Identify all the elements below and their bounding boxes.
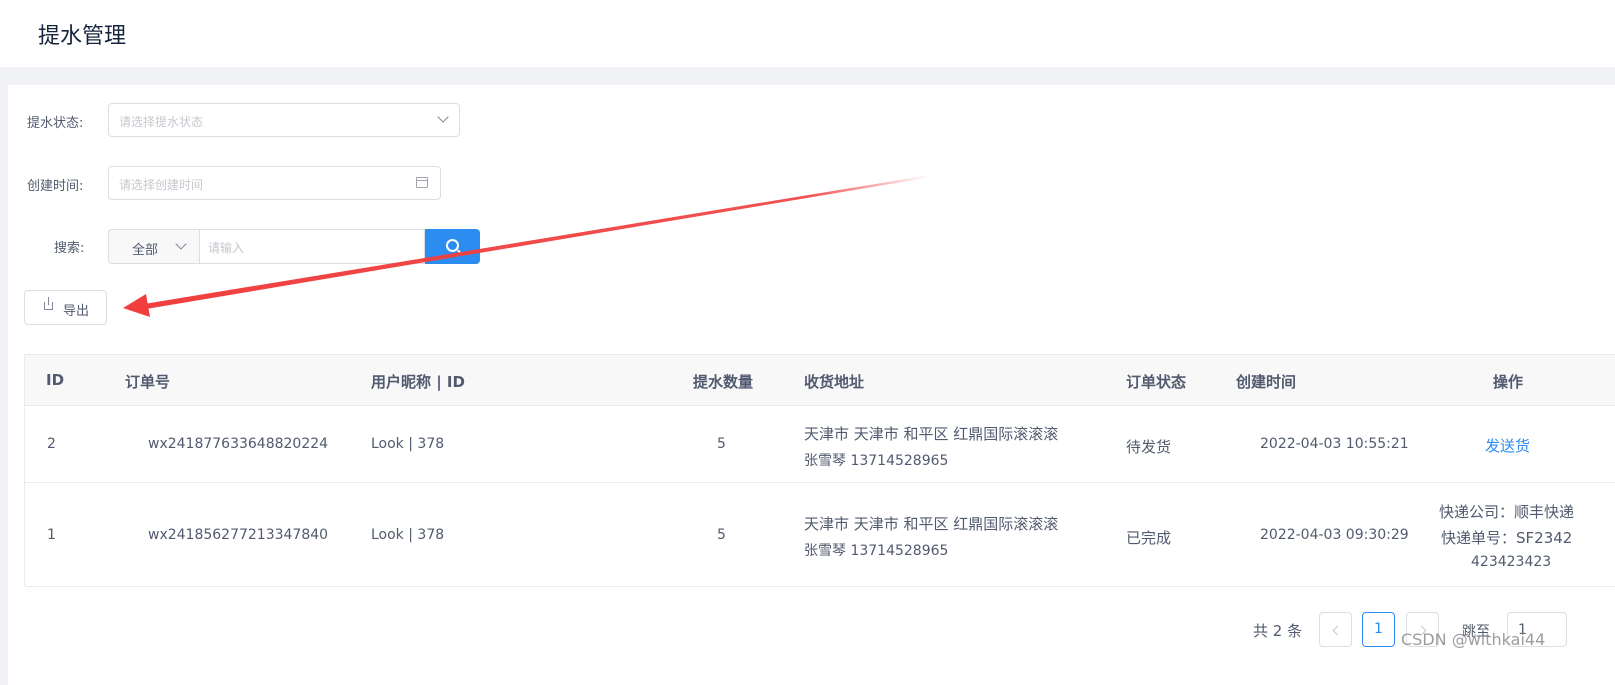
cell-quantity: 5 [717,527,726,543]
export-icon [44,297,53,310]
cell-tracking-no-continued: 423423423 [1471,554,1552,570]
cell-status: 待发货 [1126,438,1172,456]
cell-order-no: wx241877633648820224 [148,436,329,452]
table-row: 2 wx241877633648820224 Look | 378 5 天津市 … [25,406,1615,483]
ship-link[interactable]: 发送货 [1485,435,1530,456]
cell-order-no: wx241856277213347840 [148,527,329,543]
search-label: 搜索: [54,241,85,256]
export-label: 导出 [63,304,90,319]
watermark: CSDN @withkai44 [1401,630,1546,649]
calendar-icon [416,177,428,188]
cell-created: 2022-04-03 10:55:21 [1260,436,1409,452]
column-header-actions: 操作 [1493,373,1524,391]
cell-created: 2022-04-03 09:30:29 [1260,527,1409,543]
table-row: 1 wx241856277213347840 Look | 378 5 天津市 … [25,483,1615,587]
cell-user: Look | 378 [371,436,445,452]
search-scope-select[interactable]: 全部 [108,229,199,264]
pagination-page-number: 1 [1374,621,1383,637]
column-header-user: 用户昵称 | ID [371,373,465,391]
cell-tracking-no: 快递单号：SF2342 [1441,529,1573,547]
created-date-picker[interactable]: 请选择创建时间 [108,166,441,200]
column-header-created: 创建时间 [1236,373,1297,391]
orders-table: ID 订单号 用户昵称 | ID 提水数量 收货地址 订单状态 创建时间 操作 … [24,354,1615,587]
chevron-down-icon [175,238,187,250]
cell-shipping-company: 快递公司：顺丰快递 [1439,503,1575,521]
cell-address-line1: 天津市 天津市 和平区 红鼎国际滚滚滚 [804,425,1059,443]
search-group: 全部 请输入 [108,229,480,264]
column-header-id: ID [46,371,65,389]
column-header-status: 订单状态 [1126,373,1187,391]
status-select-placeholder: 请选择提水状态 [119,115,204,129]
chevron-left-icon [1332,625,1343,636]
cell-address-line1: 天津市 天津市 和平区 红鼎国际滚滚滚 [804,515,1059,533]
page-header: 提水管理 [0,0,1615,67]
search-button[interactable] [425,229,480,264]
cell-address-line2: 张雪琴 13714528965 [804,453,949,469]
search-input[interactable]: 请输入 [199,229,425,264]
created-filter-label: 创建时间: [27,179,84,194]
cell-user: Look | 378 [371,527,445,543]
status-select[interactable]: 请选择提水状态 [108,103,460,137]
cell-id: 2 [47,436,56,452]
search-icon [446,239,459,252]
column-header-quantity: 提水数量 [693,373,754,391]
chevron-down-icon [437,111,449,123]
table-header: ID 订单号 用户昵称 | ID 提水数量 收货地址 订单状态 创建时间 操作 [25,355,1615,406]
pagination-prev-button[interactable] [1319,612,1352,647]
search-input-placeholder: 请输入 [208,241,245,255]
column-header-order-no: 订单号 [125,373,171,391]
column-header-address: 收货地址 [804,373,865,391]
page-title: 提水管理 [38,24,127,49]
date-picker-placeholder: 请选择创建时间 [119,178,204,192]
cell-id: 1 [47,527,56,543]
status-filter-label: 提水状态: [27,116,84,131]
pagination-page-1[interactable]: 1 [1362,612,1395,647]
pagination-total: 共 2 条 [1253,622,1303,640]
cell-quantity: 5 [717,436,726,452]
cell-address-line2: 张雪琴 13714528965 [804,543,949,559]
cell-status: 已完成 [1126,529,1172,547]
export-button[interactable]: 导出 [24,290,107,325]
search-scope-value: 全部 [132,243,159,258]
